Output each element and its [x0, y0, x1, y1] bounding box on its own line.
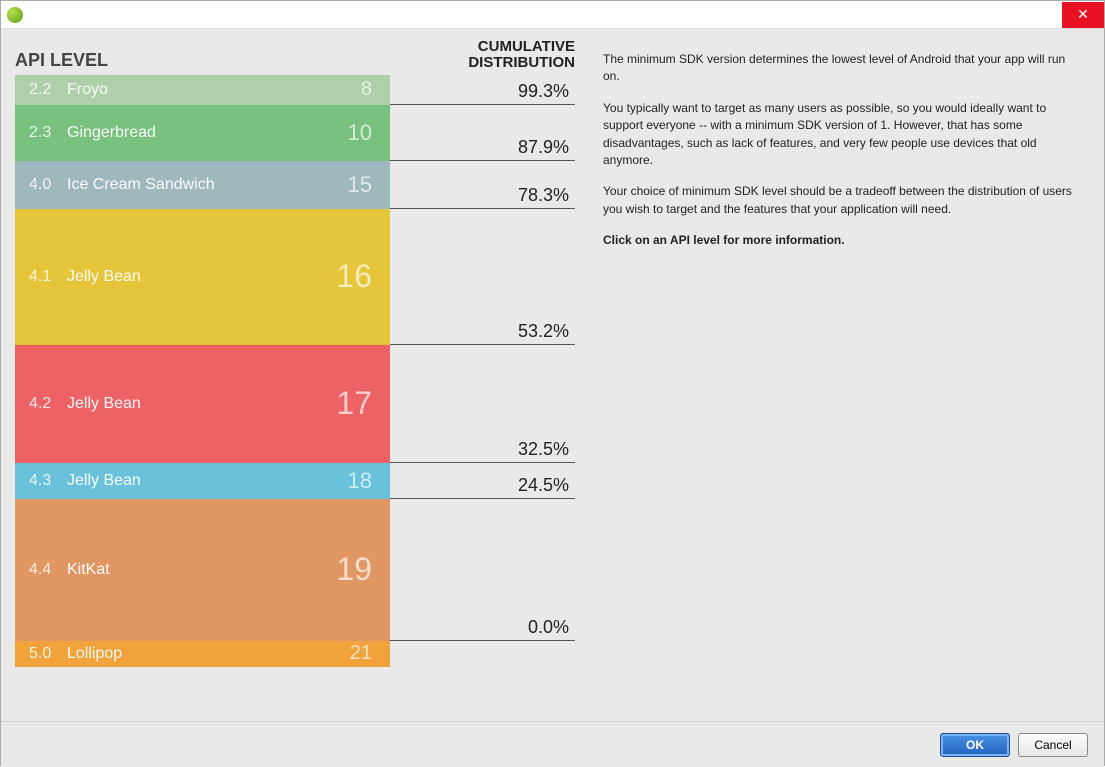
api-version: 4.2 [29, 395, 67, 413]
titlebar: ✕ [1, 1, 1104, 29]
cumulative-value: 32.5% [390, 345, 575, 463]
api-name: Jelly Bean [67, 472, 322, 490]
api-bar[interactable]: 4.2Jelly Bean17 [15, 345, 390, 463]
api-row: 4.2Jelly Bean1732.5% [15, 345, 575, 463]
api-name: Jelly Bean [67, 395, 322, 413]
header-api-level: API LEVEL [15, 50, 405, 71]
api-row: 4.3Jelly Bean1824.5% [15, 463, 575, 499]
api-version: 4.3 [29, 472, 67, 490]
app-icon [7, 7, 23, 23]
info-pane: The minimum SDK version determines the l… [575, 39, 1090, 721]
api-row: 4.0Ice Cream Sandwich1578.3% [15, 161, 575, 209]
api-number: 8 [322, 78, 372, 101]
api-version: 2.2 [29, 81, 67, 99]
api-number: 21 [322, 642, 372, 665]
api-name: Gingerbread [67, 124, 322, 142]
cumulative-value [390, 641, 575, 667]
api-version: 4.4 [29, 561, 67, 579]
api-version: 2.3 [29, 124, 67, 142]
info-text-click: Click on an API level for more informati… [603, 232, 1080, 249]
cumulative-value: 0.0% [390, 499, 575, 641]
api-version: 4.0 [29, 176, 67, 194]
ok-button[interactable]: OK [940, 733, 1010, 757]
close-icon: ✕ [1077, 6, 1089, 23]
api-bar[interactable]: 5.0Lollipop21 [15, 641, 390, 667]
api-number: 15 [322, 172, 372, 198]
api-name: KitKat [67, 561, 322, 579]
api-row: 2.3Gingerbread1087.9% [15, 105, 575, 161]
chart-pane: API LEVEL CUMULATIVEDISTRIBUTION 2.2Froy… [15, 39, 575, 721]
api-row: 5.0Lollipop21 [15, 641, 575, 667]
api-version: 4.1 [29, 268, 67, 286]
header-cumulative: CUMULATIVEDISTRIBUTION [405, 39, 575, 71]
api-number: 19 [322, 551, 372, 588]
api-row: 2.2Froyo899.3% [15, 75, 575, 105]
cumulative-value: 87.9% [390, 105, 575, 161]
api-version: 5.0 [29, 645, 67, 663]
api-name: Lollipop [67, 645, 322, 663]
api-bar[interactable]: 2.3Gingerbread10 [15, 105, 390, 161]
api-row: 4.4KitKat190.0% [15, 499, 575, 641]
chart-rows: 2.2Froyo899.3%2.3Gingerbread1087.9%4.0Ic… [15, 75, 575, 722]
cumulative-value: 78.3% [390, 161, 575, 209]
footer: OK Cancel [1, 721, 1104, 767]
cumulative-value: 24.5% [390, 463, 575, 499]
cancel-button[interactable]: Cancel [1018, 733, 1088, 757]
cumulative-value: 53.2% [390, 209, 575, 345]
chart-headers: API LEVEL CUMULATIVEDISTRIBUTION [15, 39, 575, 71]
close-button[interactable]: ✕ [1062, 2, 1104, 28]
info-text-3: Your choice of minimum SDK level should … [603, 183, 1080, 218]
info-text-1: The minimum SDK version determines the l… [603, 51, 1080, 86]
api-name: Froyo [67, 81, 322, 99]
api-number: 16 [322, 258, 372, 295]
api-name: Ice Cream Sandwich [67, 176, 322, 194]
api-bar[interactable]: 2.2Froyo8 [15, 75, 390, 105]
api-bar[interactable]: 4.0Ice Cream Sandwich15 [15, 161, 390, 209]
api-bar[interactable]: 4.4KitKat19 [15, 499, 390, 641]
api-number: 18 [322, 468, 372, 494]
api-row: 4.1Jelly Bean1653.2% [15, 209, 575, 345]
api-number: 17 [322, 385, 372, 422]
info-text-2: You typically want to target as many use… [603, 100, 1080, 170]
cumulative-value: 99.3% [390, 75, 575, 105]
api-number: 10 [322, 120, 372, 146]
api-name: Jelly Bean [67, 268, 322, 286]
api-bar[interactable]: 4.3Jelly Bean18 [15, 463, 390, 499]
content-area: API LEVEL CUMULATIVEDISTRIBUTION 2.2Froy… [1, 29, 1104, 721]
api-bar[interactable]: 4.1Jelly Bean16 [15, 209, 390, 345]
